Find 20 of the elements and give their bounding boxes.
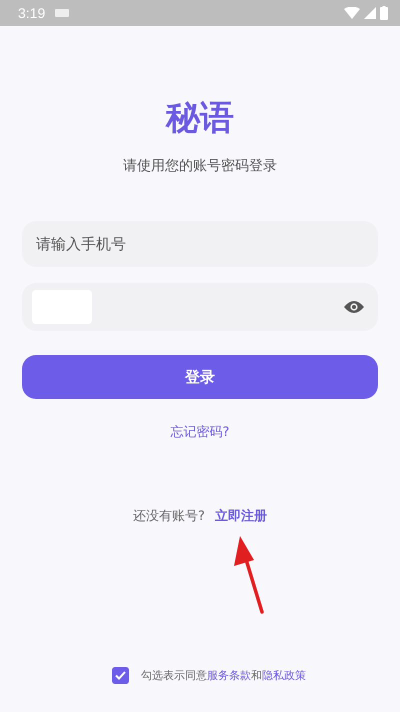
agreement-joiner: 和 <box>251 669 262 682</box>
clock: 3:19 <box>18 5 46 21</box>
privacy-link[interactable]: 隐私政策 <box>262 669 306 682</box>
login-button[interactable]: 登录 <box>22 355 378 399</box>
check-icon <box>115 671 126 680</box>
subtitle: 请使用您的账号密码登录 <box>123 157 277 176</box>
register-link[interactable]: 立即注册 <box>214 507 267 525</box>
battery-icon <box>380 6 388 20</box>
keyboard-icon <box>55 9 70 17</box>
agreement-checkbox[interactable] <box>112 667 129 684</box>
register-prompt: 还没有账号? <box>133 508 205 525</box>
wifi-icon <box>344 7 360 19</box>
forgot-password-link[interactable]: 忘记密码? <box>170 423 230 441</box>
password-field[interactable] <box>22 283 378 331</box>
agreement-text: 勾选表示同意 <box>141 669 207 682</box>
app-title: 秘语 <box>166 97 234 140</box>
eye-icon[interactable] <box>344 300 364 314</box>
phone-field[interactable]: 请输入手机号 <box>22 221 378 267</box>
signal-icon <box>364 7 376 19</box>
terms-link[interactable]: 服务条款 <box>207 669 251 682</box>
